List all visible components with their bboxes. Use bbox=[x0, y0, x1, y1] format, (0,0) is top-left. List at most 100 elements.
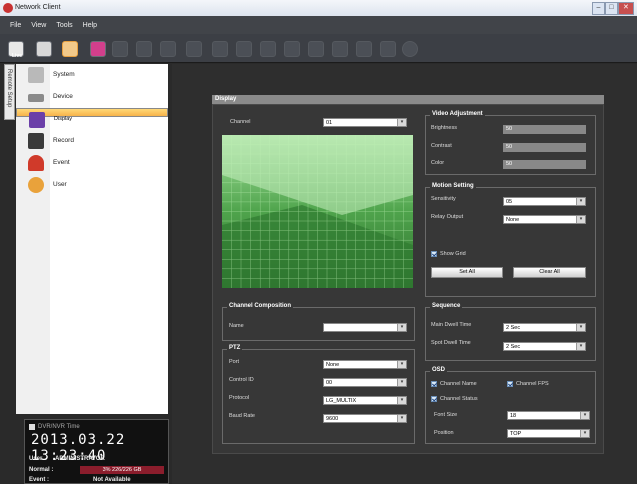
sensitivity-label: Sensitivity bbox=[431, 196, 456, 202]
nav-item-record[interactable]: Record bbox=[16, 130, 168, 152]
chevron-down-icon: ▾ bbox=[576, 324, 585, 331]
app-icon bbox=[3, 3, 13, 13]
font-size-value: 18 bbox=[510, 413, 517, 419]
relay-output-value: None bbox=[506, 217, 520, 223]
maximize-button[interactable]: □ bbox=[604, 2, 618, 15]
chevron-down-icon: ▾ bbox=[397, 397, 406, 404]
dvr-time-title: DVR/NVR Time bbox=[38, 424, 80, 430]
user-label: User bbox=[29, 456, 43, 462]
channel-name-input[interactable]: ▾ bbox=[323, 323, 407, 332]
setup-nav-panel: System Device Display Record Event User bbox=[16, 64, 168, 414]
font-size-select[interactable]: 18 ▾ bbox=[507, 411, 590, 420]
close-button[interactable]: ✕ bbox=[617, 2, 634, 15]
backup-icon[interactable] bbox=[90, 41, 106, 57]
sequence-title: Sequence bbox=[430, 303, 463, 309]
motion-grid-overlay bbox=[222, 135, 413, 288]
event-value: Not Available bbox=[93, 477, 131, 483]
nav-item-system[interactable]: System bbox=[16, 64, 168, 86]
video-preview[interactable] bbox=[222, 135, 413, 288]
chevron-down-icon: ▾ bbox=[580, 430, 589, 437]
contrast-field[interactable]: 50 bbox=[503, 143, 586, 152]
port-select[interactable]: None ▾ bbox=[323, 360, 407, 369]
brightness-label: Brightness bbox=[431, 125, 457, 131]
menu-file[interactable]: File bbox=[10, 22, 21, 29]
chevron-down-icon: ▾ bbox=[576, 216, 585, 223]
sensitivity-value: 05 bbox=[506, 199, 513, 205]
toolbar-button-6[interactable] bbox=[136, 41, 152, 57]
channel-status-label: Channel Status bbox=[440, 396, 478, 402]
dvr-status-box: DVR/NVR Time 2013.03.22 13:23:40 User AD… bbox=[24, 419, 169, 484]
chevron-down-icon: ▾ bbox=[580, 412, 589, 419]
user-value: ADMINISTRATOR bbox=[55, 456, 105, 462]
set-all-button[interactable]: Set All bbox=[431, 267, 503, 278]
port-label: Port bbox=[229, 359, 240, 365]
channel-composition-title: Channel Composition bbox=[227, 303, 293, 309]
channel-value: 01 bbox=[326, 120, 333, 126]
contrast-label: Contrast bbox=[431, 143, 452, 149]
channel-status-checkbox[interactable] bbox=[431, 396, 437, 402]
chevron-down-icon: ▾ bbox=[397, 361, 406, 368]
window-title: Network Client bbox=[15, 4, 61, 11]
sensitivity-select[interactable]: 05 ▾ bbox=[503, 197, 586, 206]
toolbar-button-14[interactable] bbox=[332, 41, 348, 57]
time-checkbox[interactable] bbox=[29, 424, 35, 430]
position-select[interactable]: TOP ▾ bbox=[507, 429, 590, 438]
channel-label: Channel bbox=[230, 119, 251, 125]
search-icon[interactable] bbox=[36, 41, 52, 57]
nav-item-display[interactable]: Display bbox=[16, 108, 168, 128]
main-dwell-time-value: 2 Sec bbox=[506, 325, 521, 331]
remote-setup-tab[interactable]: Remote Setup bbox=[4, 64, 15, 120]
toolbar-button-11[interactable] bbox=[260, 41, 276, 57]
nav-item-event[interactable]: Event bbox=[16, 152, 168, 174]
toolbar-button-5[interactable] bbox=[112, 41, 128, 57]
user-icon bbox=[28, 177, 44, 193]
toolbar-button-15[interactable] bbox=[356, 41, 372, 57]
show-grid-checkbox[interactable] bbox=[431, 251, 437, 257]
toolbar: Live bbox=[0, 34, 637, 63]
sequence-group: Sequence bbox=[425, 303, 596, 361]
baud-rate-value: 9600 bbox=[326, 416, 339, 422]
port-value: None bbox=[326, 362, 340, 368]
channel-select[interactable]: 01 ▾ bbox=[323, 118, 407, 127]
remote-setup-tab-label: Remote Setup bbox=[6, 69, 12, 108]
disk-usage-bar: 3% 226/226 GB bbox=[80, 466, 164, 474]
toolbar-button-17[interactable] bbox=[402, 41, 418, 57]
channel-name-checkbox[interactable] bbox=[431, 381, 437, 387]
control-id-select[interactable]: 00 ▾ bbox=[323, 378, 407, 387]
relay-output-label: Relay Output bbox=[431, 214, 464, 220]
nav-item-device[interactable]: Device bbox=[16, 86, 168, 108]
remote-setup-icon[interactable] bbox=[62, 41, 78, 57]
minimize-button[interactable]: – bbox=[592, 2, 605, 15]
record-icon bbox=[28, 133, 44, 149]
color-field[interactable]: 50 bbox=[503, 160, 586, 169]
font-size-label: Font Size bbox=[434, 412, 458, 418]
chevron-down-icon: ▾ bbox=[576, 343, 585, 350]
baud-rate-label: Baud Rate bbox=[229, 413, 255, 419]
menu-bar: File View Tools Help bbox=[0, 16, 637, 34]
menu-help[interactable]: Help bbox=[83, 22, 97, 29]
toolbar-button-13[interactable] bbox=[308, 41, 324, 57]
clear-all-button[interactable]: Clear All bbox=[513, 267, 586, 278]
video-adjustment-title: Video Adjustment bbox=[430, 111, 485, 117]
toolbar-button-8[interactable] bbox=[186, 41, 202, 57]
chevron-down-icon: ▾ bbox=[397, 324, 406, 331]
channel-fps-checkbox[interactable] bbox=[507, 381, 513, 387]
protocol-select[interactable]: LG_MULTIX ▾ bbox=[323, 396, 407, 405]
protocol-label: Protocol bbox=[229, 395, 250, 401]
spot-dwell-time-label: Spot Dwell Time bbox=[431, 340, 471, 346]
nav-item-user[interactable]: User bbox=[16, 174, 168, 196]
toolbar-button-10[interactable] bbox=[236, 41, 252, 57]
toolbar-button-12[interactable] bbox=[284, 41, 300, 57]
main-dwell-time-select[interactable]: 2 Sec ▾ bbox=[503, 323, 586, 332]
relay-output-select[interactable]: None ▾ bbox=[503, 215, 586, 224]
chevron-down-icon: ▾ bbox=[397, 119, 406, 126]
menu-view[interactable]: View bbox=[31, 22, 46, 29]
toolbar-button-16[interactable] bbox=[380, 41, 396, 57]
toolbar-button-9[interactable] bbox=[212, 41, 228, 57]
brightness-field[interactable]: 50 bbox=[503, 125, 586, 134]
toolbar-button-7[interactable] bbox=[160, 41, 176, 57]
menu-tools[interactable]: Tools bbox=[56, 22, 72, 29]
spot-dwell-time-select[interactable]: 2 Sec ▾ bbox=[503, 342, 586, 351]
color-label: Color bbox=[431, 160, 445, 166]
baud-rate-select[interactable]: 9600 ▾ bbox=[323, 414, 407, 423]
